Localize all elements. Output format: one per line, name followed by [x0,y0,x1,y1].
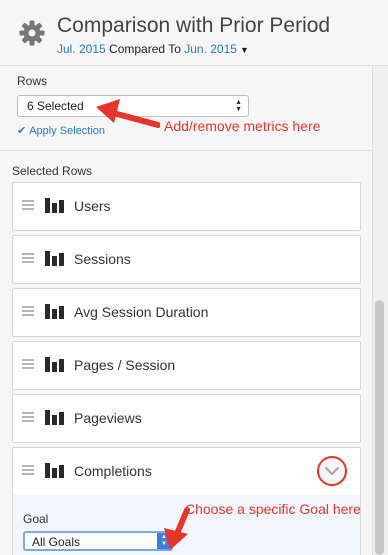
annotation-metrics-note: Add/remove metrics here [164,118,321,134]
bar-chart-icon [45,463,65,478]
drag-handle-icon[interactable] [22,359,34,370]
metric-row-users[interactable]: Users [12,182,361,231]
metric-row-label: Sessions [74,251,131,267]
scrollbar-thumb[interactable] [375,300,384,555]
chevron-down-icon[interactable] [316,455,348,487]
select-updown-icon: ▲ ▼ [235,99,242,113]
bar-chart-icon [45,357,65,372]
metric-row-label: Avg Session Duration [74,304,209,320]
rows-label: Rows [17,74,48,88]
panel-header: Comparison with Prior Period Jul. 2015 C… [0,0,388,66]
period-comparison: Jul. 2015 Compared To Jun. 2015 ▼ [57,42,249,56]
checkmark-icon: ✔ [17,125,27,137]
drag-handle-icon[interactable] [22,253,34,264]
bar-chart-icon [45,304,65,319]
metric-row-label: Users [74,198,111,214]
goal-select[interactable]: All Goals ▲ ▼ [23,531,173,551]
metric-row-label: Pages / Session [74,357,176,373]
current-period-link[interactable]: Jul. 2015 [57,42,106,56]
drag-handle-icon[interactable] [22,306,34,317]
metric-row-pages-per-session[interactable]: Pages / Session [12,341,361,390]
selected-rows-label: Selected Rows [12,164,93,178]
metric-row-sessions[interactable]: Sessions [12,235,361,284]
drag-handle-icon[interactable] [22,412,34,423]
drag-handle-icon[interactable] [22,200,34,211]
annotation-arrow-icon [96,99,160,128]
prior-period-link[interactable]: Jun. 2015 [184,42,237,56]
drag-handle-icon[interactable] [22,465,34,476]
goal-select-value: All Goals [32,535,81,549]
gear-icon[interactable] [18,19,46,47]
rows-select-value: 6 Selected [27,99,84,113]
bar-chart-icon [45,410,65,425]
compared-to-text: Compared To [109,42,181,56]
annotation-goal-note: Choose a specific Goal here [185,501,361,517]
page-title: Comparison with Prior Period [57,14,331,37]
bar-chart-icon [45,251,65,266]
bar-chart-icon [45,198,65,213]
caret-down-icon[interactable]: ▼ [240,45,249,55]
metric-row-label: Pageviews [74,410,142,426]
metric-row-avg-session-duration[interactable]: Avg Session Duration [12,288,361,337]
metric-row-label: Completions [74,463,152,479]
metric-row-pageviews[interactable]: Pageviews [12,394,361,443]
metric-row-completions[interactable]: Completions [12,447,361,496]
goal-label: Goal [23,512,49,526]
section-divider [0,150,372,151]
